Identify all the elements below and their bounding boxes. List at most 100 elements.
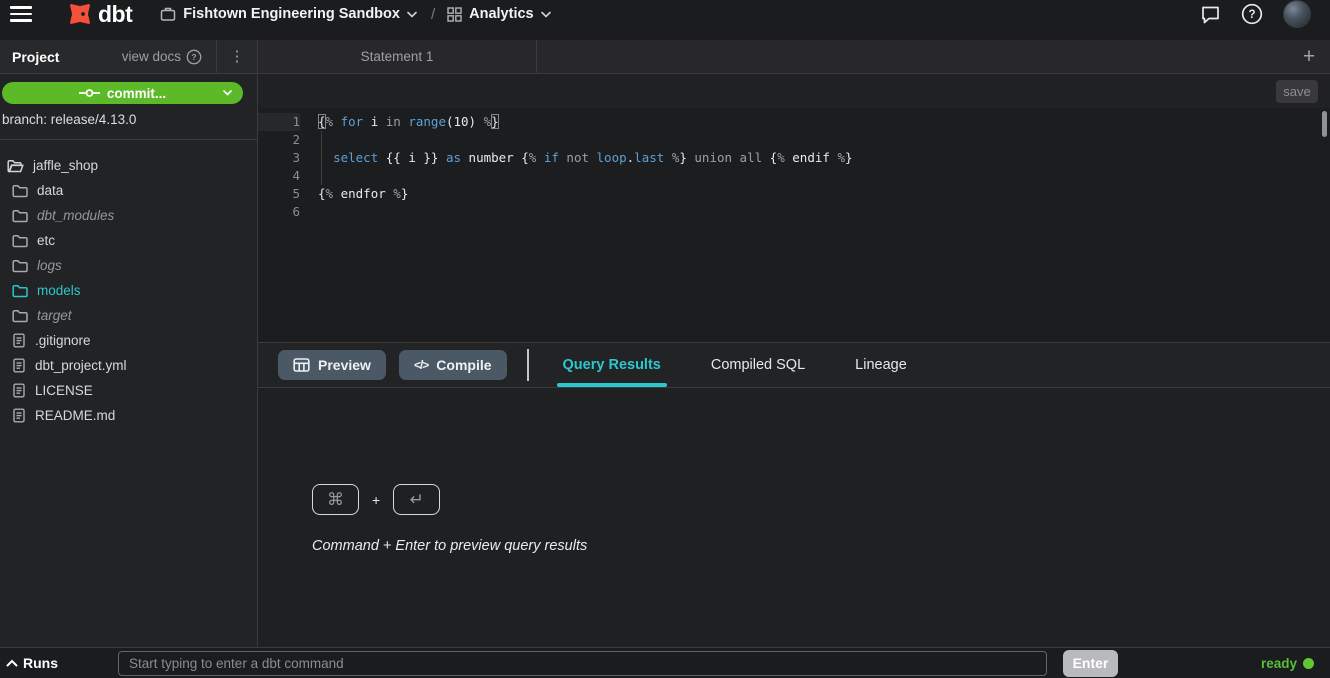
return-key-icon: ↵ xyxy=(393,484,440,515)
runs-toggle[interactable]: Runs xyxy=(6,655,58,671)
project-name: Analytics xyxy=(469,6,533,22)
tree-item-label: etc xyxy=(37,233,55,248)
hamburger-menu-icon[interactable] xyxy=(10,6,32,22)
sidebar-title: Project xyxy=(12,49,59,65)
tree-item--gitignore[interactable]: .gitignore xyxy=(0,328,257,353)
user-avatar[interactable] xyxy=(1283,0,1311,28)
commit-button-label: commit... xyxy=(107,86,166,101)
git-commit-icon xyxy=(79,87,100,99)
dbt-logo-text: dbt xyxy=(98,1,132,28)
file-icon xyxy=(12,408,26,423)
tree-item-label: .gitignore xyxy=(35,333,91,348)
code-text: select {{ i }} as number {% if not loop.… xyxy=(318,149,853,167)
status-label: ready xyxy=(1261,656,1297,671)
sidebar: Project view docs ? ⋮ commit... xyxy=(0,40,258,647)
folder-icon xyxy=(12,259,28,273)
tree-item-label: dbt_project.yml xyxy=(35,358,127,373)
shortcut-hint-text: Command + Enter to preview query results xyxy=(312,538,1330,554)
help-icon[interactable]: ? xyxy=(1241,3,1263,25)
results-tab-lineage[interactable]: Lineage xyxy=(849,343,913,387)
file-icon xyxy=(12,333,26,348)
view-docs-link[interactable]: view docs ? xyxy=(122,49,202,65)
compile-button[interactable]: </> Compile xyxy=(399,350,507,380)
plus-separator: + xyxy=(372,492,380,508)
svg-text:?: ? xyxy=(1248,9,1255,21)
commit-button[interactable]: commit... xyxy=(2,82,243,104)
tree-item-label: data xyxy=(37,183,63,198)
tree-item-models[interactable]: models xyxy=(0,278,257,303)
tree-item-license[interactable]: LICENSE xyxy=(0,378,257,403)
editor-tab-bar: Statement 1 + xyxy=(258,40,1330,74)
commit-section: commit... branch: release/4.13.0 xyxy=(0,74,257,140)
save-button[interactable]: save xyxy=(1276,80,1318,103)
status-indicator: ready xyxy=(1261,656,1314,671)
account-selector[interactable]: Fishtown Engineering Sandbox xyxy=(160,6,417,22)
tree-item-data[interactable]: data xyxy=(0,178,257,203)
file-icon xyxy=(12,383,26,398)
code-line-4: 4 xyxy=(258,167,1330,185)
project-selector[interactable]: Analytics xyxy=(447,6,550,22)
briefcase-icon xyxy=(160,6,176,22)
results-tabs: Query Results Compiled SQL Lineage xyxy=(557,343,951,387)
tree-item-label: README.md xyxy=(35,408,115,423)
tree-item-label: models xyxy=(37,283,81,298)
tab-statement-1[interactable]: Statement 1 xyxy=(258,40,537,73)
grid-icon xyxy=(447,7,462,22)
tree-item-readme-md[interactable]: README.md xyxy=(0,403,257,428)
account-name: Fishtown Engineering Sandbox xyxy=(183,6,400,22)
chevron-down-icon xyxy=(541,11,551,18)
dbt-command-input[interactable] xyxy=(118,651,1047,676)
editor-scrollbar[interactable] xyxy=(1322,111,1327,137)
tree-item-logs[interactable]: logs xyxy=(0,253,257,278)
tree-item-dbt-modules[interactable]: dbt_modules xyxy=(0,203,257,228)
view-docs-label: view docs xyxy=(122,49,181,64)
code-line-3: 3 select {{ i }} as number {% if not loo… xyxy=(258,149,1330,167)
top-nav: dbt Fishtown Engineering Sandbox / Analy… xyxy=(0,0,1330,40)
folder-icon xyxy=(12,284,28,298)
results-tab-compiled-sql[interactable]: Compiled SQL xyxy=(705,343,811,387)
branch-label: branch: release/4.13.0 xyxy=(0,112,257,127)
dbt-cloud-ide: dbt Fishtown Engineering Sandbox / Analy… xyxy=(0,0,1330,678)
tree-item-label: LICENSE xyxy=(35,383,93,398)
enter-button[interactable]: Enter xyxy=(1063,650,1118,677)
tab-label: Statement 1 xyxy=(361,49,434,64)
code-icon: </> xyxy=(414,358,428,372)
keyboard-shortcut: ⌘ + ↵ xyxy=(312,484,1330,515)
dbt-logo: dbt xyxy=(66,0,132,28)
dbt-logo-icon xyxy=(66,0,94,28)
line-number: 3 xyxy=(258,149,300,167)
line-number: 4 xyxy=(258,167,300,185)
tree-item-dbt-project-yml[interactable]: dbt_project.yml xyxy=(0,353,257,378)
code-editor[interactable]: 1{% for i in range(10) %}23 select {{ i … xyxy=(258,108,1330,342)
results-tab-query-results[interactable]: Query Results xyxy=(557,343,667,387)
tree-item-target[interactable]: target xyxy=(0,303,257,328)
results-panel-header: Preview </> Compile Query Results Compile… xyxy=(258,342,1330,388)
code-lines: 1{% for i in range(10) %}23 select {{ i … xyxy=(258,113,1330,221)
chevron-up-icon xyxy=(6,659,18,667)
tree-item-jaffle-shop[interactable]: jaffle_shop xyxy=(0,153,257,178)
line-number: 6 xyxy=(258,203,300,221)
file-icon xyxy=(12,358,26,373)
chat-icon[interactable] xyxy=(1200,4,1221,25)
help-circle-icon: ? xyxy=(186,49,202,65)
table-icon xyxy=(293,357,310,373)
command-key-icon: ⌘ xyxy=(312,484,359,515)
results-area: ⌘ + ↵ Command + Enter to preview query r… xyxy=(258,388,1330,647)
runs-label: Runs xyxy=(23,655,58,671)
new-tab-button[interactable]: + xyxy=(1288,40,1330,73)
code-line-2: 2 xyxy=(258,131,1330,149)
compile-button-label: Compile xyxy=(436,357,491,373)
breadcrumb-separator: / xyxy=(431,6,435,23)
preview-button[interactable]: Preview xyxy=(278,350,386,380)
kebab-menu-icon[interactable]: ⋮ xyxy=(217,52,257,62)
editor-toolbar: save xyxy=(258,74,1330,108)
status-dot xyxy=(1303,658,1314,669)
editor-column: Statement 1 + save 1{% for i in range(10… xyxy=(258,40,1330,647)
folder-open-icon xyxy=(7,159,24,173)
chevron-down-icon xyxy=(407,11,417,18)
tree-item-etc[interactable]: etc xyxy=(0,228,257,253)
folder-icon xyxy=(12,234,28,248)
code-text: {% for i in range(10) %} xyxy=(318,113,499,131)
tree-item-label: logs xyxy=(37,258,62,273)
svg-text:?: ? xyxy=(191,52,196,62)
